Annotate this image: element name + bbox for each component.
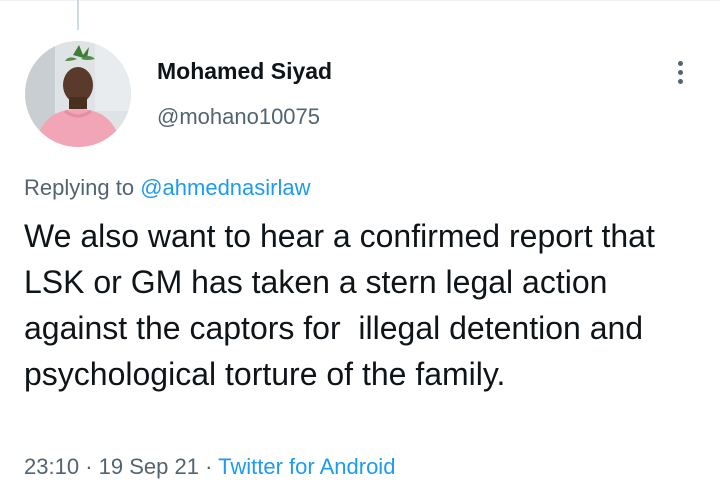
tweet-source-link[interactable]: Twitter for Android bbox=[218, 454, 395, 479]
meta-separator: · bbox=[85, 454, 93, 479]
replying-to-mention-link[interactable]: @ahmednasirlaw bbox=[140, 175, 310, 200]
top-divider bbox=[0, 0, 720, 1]
more-dot bbox=[677, 78, 683, 84]
tweet-date-link[interactable]: 19 Sep 21 bbox=[99, 454, 199, 479]
author-avatar[interactable] bbox=[25, 41, 131, 147]
more-dot bbox=[677, 60, 683, 66]
tweet-metadata: 23:10 · 19 Sep 21 · Twitter for Android bbox=[24, 454, 395, 480]
tweet-body-text: We also want to hear a confirmed report … bbox=[24, 218, 664, 392]
author-display-name[interactable]: Mohamed Siyad bbox=[157, 58, 332, 85]
replying-to-label: Replying to bbox=[24, 175, 135, 200]
more-dot bbox=[677, 69, 683, 75]
author-handle[interactable]: @mohano10075 bbox=[157, 104, 320, 130]
more-options-icon[interactable] bbox=[662, 54, 698, 90]
meta-separator: · bbox=[205, 454, 213, 479]
thread-connector-line bbox=[77, 0, 79, 30]
tweet-time-link[interactable]: 23:10 bbox=[24, 454, 79, 479]
avatar-image bbox=[25, 41, 131, 147]
replying-to-line: Replying to @ahmednasirlaw bbox=[24, 175, 311, 201]
